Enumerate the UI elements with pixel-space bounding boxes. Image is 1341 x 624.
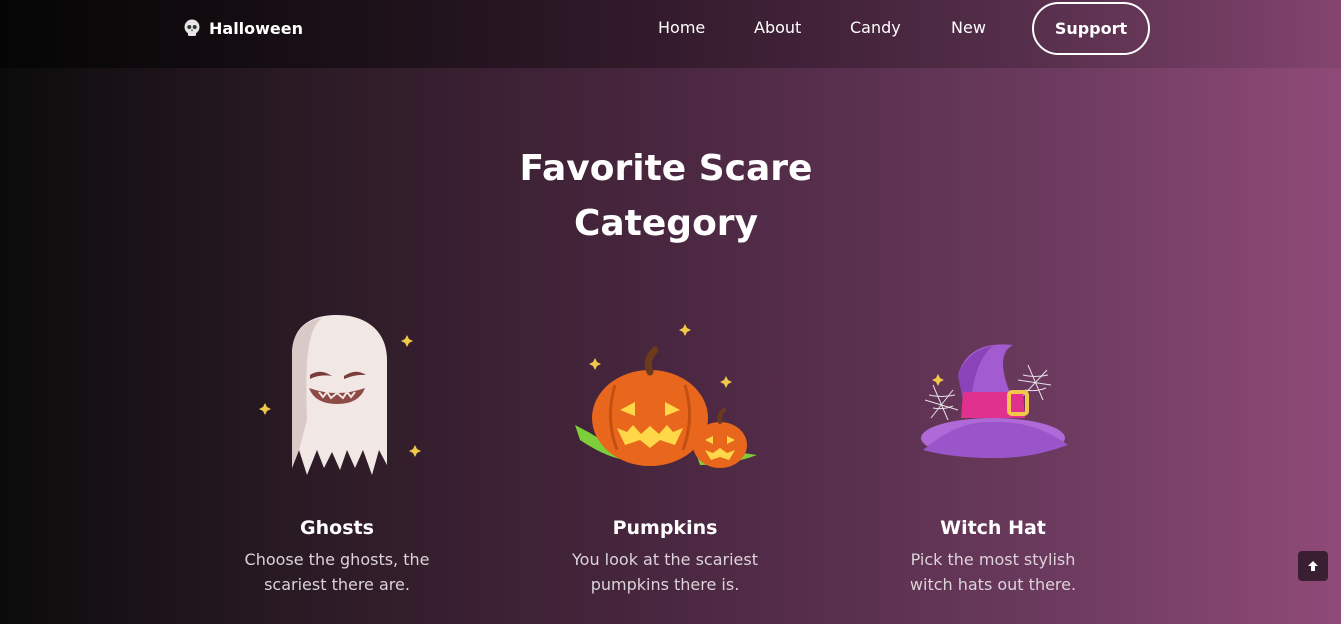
category-card-pumpkins[interactable]: Pumpkins You look at the scariest pumpki…	[535, 300, 795, 597]
nav-new[interactable]: New	[951, 18, 986, 38]
page-title: Favorite Scare Category	[470, 141, 862, 251]
scroll-to-top-button[interactable]	[1298, 551, 1328, 581]
skull-icon	[184, 19, 200, 36]
card-title: Witch Hat	[940, 517, 1046, 539]
nav-about[interactable]: About	[754, 18, 801, 38]
arrow-up-icon	[1308, 561, 1318, 571]
ghost-icon	[207, 300, 467, 495]
site-header: Halloween Home About Candy New Support	[0, 0, 1341, 68]
card-title: Pumpkins	[612, 517, 718, 539]
card-description: Pick the most stylish witch hats out the…	[909, 550, 1077, 594]
title-line-1: Favorite Scare	[519, 148, 813, 189]
brand-logo[interactable]: Halloween	[182, 17, 303, 39]
support-button[interactable]: Support	[1032, 2, 1150, 55]
card-description: Choose the ghosts, the scariest there ar…	[244, 550, 430, 594]
title-line-2: Category	[573, 203, 759, 244]
brand-name: Halloween	[209, 18, 304, 38]
pumpkin-icon	[535, 300, 795, 495]
nav-home[interactable]: Home	[658, 18, 705, 38]
category-card-ghosts[interactable]: Ghosts Choose the ghosts, the scariest t…	[207, 300, 467, 597]
nav-candy[interactable]: Candy	[850, 18, 901, 38]
card-description: You look at the scariest pumpkins there …	[572, 550, 758, 594]
witch-hat-icon	[863, 300, 1123, 495]
card-title: Ghosts	[300, 517, 374, 539]
category-card-witch-hat[interactable]: Witch Hat Pick the most stylish witch ha…	[863, 300, 1123, 597]
